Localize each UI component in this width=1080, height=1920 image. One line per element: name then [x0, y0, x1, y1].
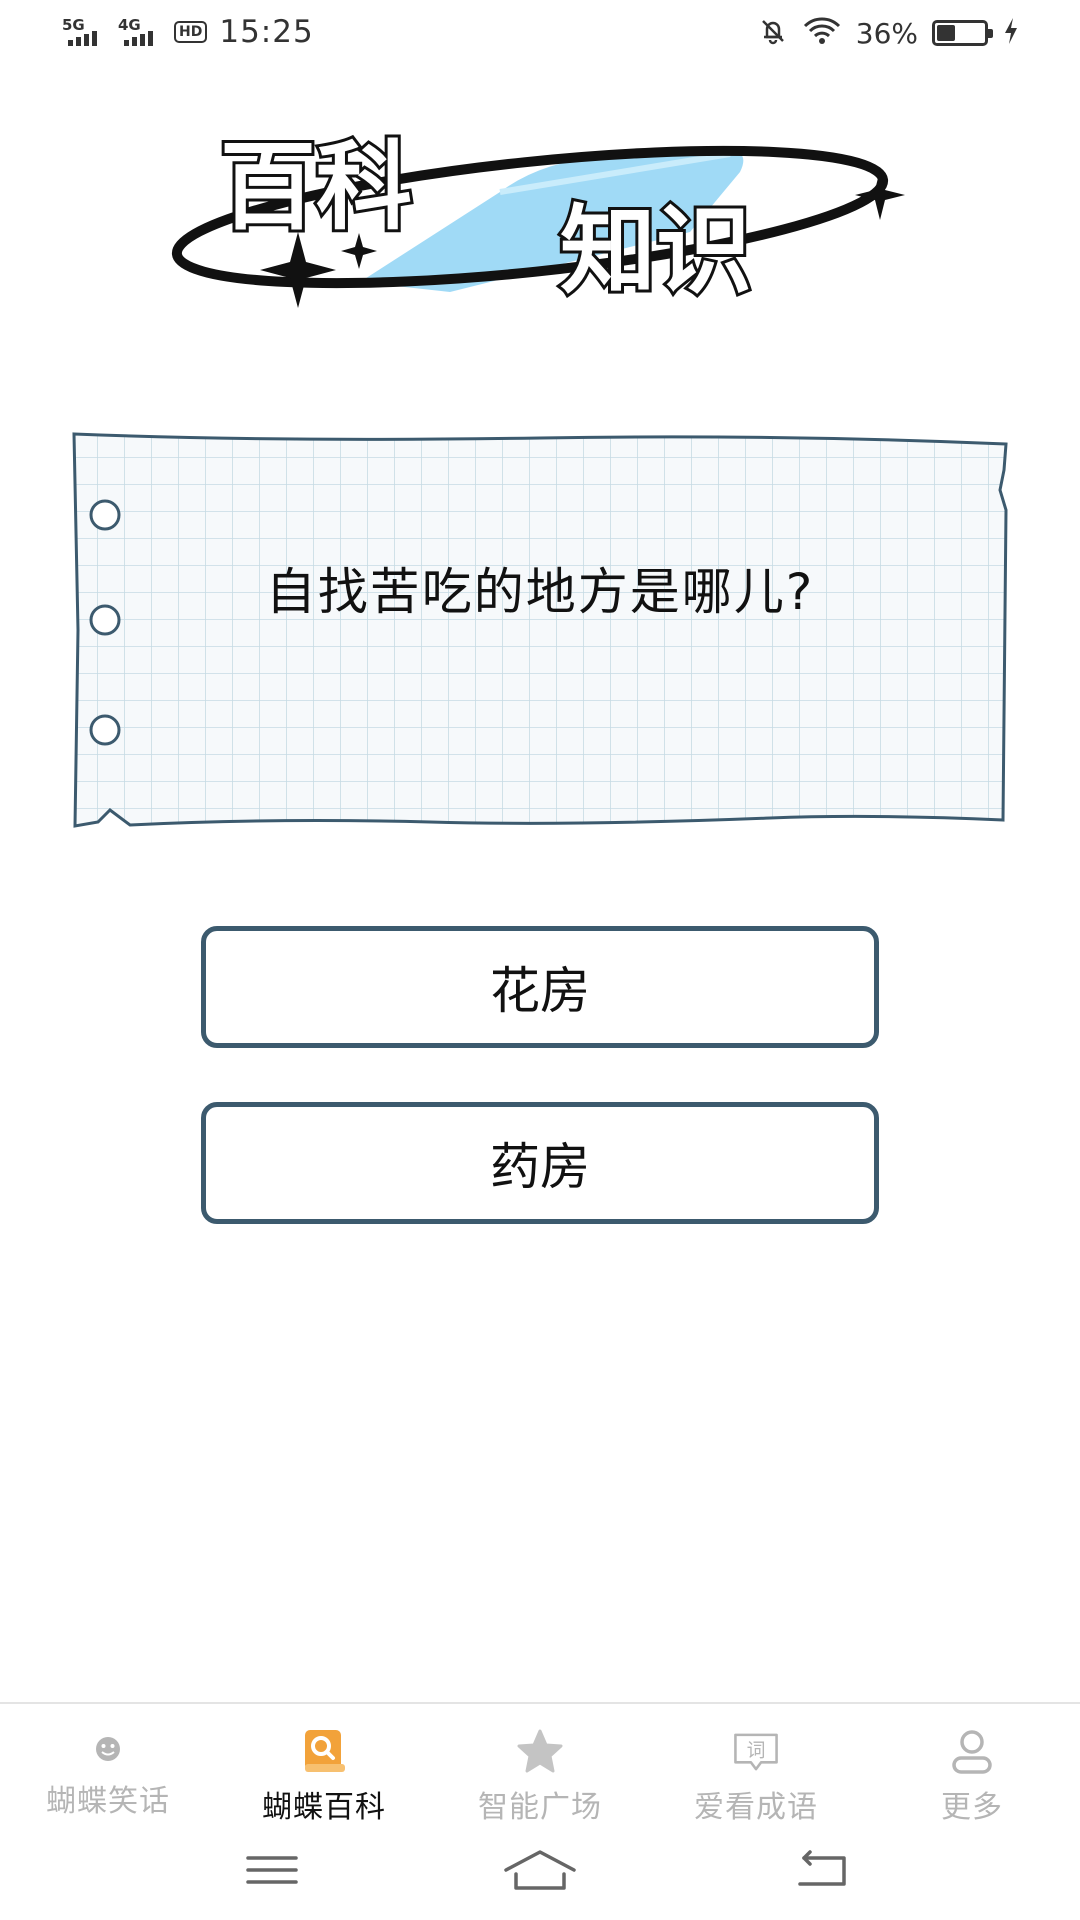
- battery-fill: [937, 25, 955, 41]
- option-button-2[interactable]: 药房: [201, 1102, 879, 1224]
- smiley-icon: [84, 1728, 132, 1770]
- tab-smart-plaza[interactable]: 智能广场: [432, 1704, 648, 1825]
- status-bar: 5G 4G HD 15:25 36%: [0, 0, 1080, 68]
- mute-bell-icon: [758, 16, 788, 50]
- tab-more[interactable]: 更多: [864, 1704, 1080, 1825]
- tab-butterfly-encyclopedia[interactable]: 蝴蝶百科: [216, 1704, 432, 1825]
- header-title-line1: 百科: [220, 131, 412, 243]
- tab-idioms[interactable]: 词 爱看成语: [648, 1704, 864, 1825]
- star-icon: [516, 1728, 564, 1776]
- idiom-chat-icon: 词: [732, 1728, 780, 1776]
- book-search-icon: [300, 1728, 348, 1776]
- bottom-nav: 蝴蝶笑话 蝴蝶百科 智能广场 词 爱看成语 更多: [0, 1702, 1080, 1825]
- question-card: 自找苦吃的地方是哪儿?: [70, 430, 1010, 830]
- idiom-icon-glyph: 词: [747, 1739, 766, 1761]
- battery-percent: 36%: [855, 16, 918, 50]
- header-logo: 百科 知识: [170, 112, 910, 312]
- signal-4g-icon: 4G: [118, 16, 162, 48]
- tab-butterfly-jokes[interactable]: 蝴蝶笑话: [0, 1704, 216, 1820]
- option-button-1[interactable]: 花房: [201, 926, 879, 1048]
- home-icon[interactable]: [500, 1844, 580, 1896]
- person-icon: [948, 1728, 996, 1776]
- status-right: 36%: [758, 16, 1020, 50]
- battery-icon: [932, 20, 993, 46]
- system-nav-bar: [0, 1820, 1080, 1920]
- status-left: 5G 4G HD 15:25: [62, 14, 314, 50]
- clock: 15:25: [219, 14, 314, 50]
- hd-icon: HD: [174, 21, 208, 43]
- wifi-icon: [802, 16, 842, 50]
- menu-icon[interactable]: [232, 1844, 312, 1896]
- question-text: 自找苦吃的地方是哪儿?: [265, 563, 815, 621]
- header-title-line2: 知识: [560, 195, 752, 307]
- signal-5g-icon: 5G: [62, 16, 106, 48]
- back-icon[interactable]: [782, 1844, 862, 1896]
- charging-icon: [1002, 16, 1020, 50]
- tab-label: 蝴蝶笑话: [46, 1784, 170, 1819]
